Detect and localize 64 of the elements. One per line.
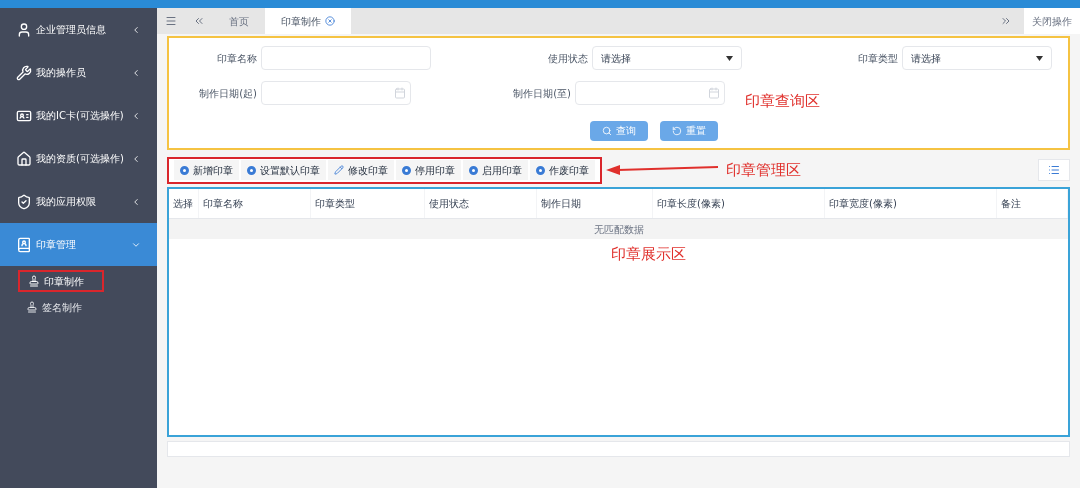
field-label: 制作日期(起) xyxy=(198,86,257,101)
sidebar-item[interactable]: 印章管理 xyxy=(0,223,157,266)
annotation-label: 印章查询区 xyxy=(745,91,820,112)
reset-icon xyxy=(671,125,682,136)
sidebar-item[interactable]: 我的资质(可选操作) xyxy=(0,137,157,180)
text-field[interactable] xyxy=(261,46,431,70)
sidebar-item[interactable]: 我的操作员 xyxy=(0,51,157,94)
field-label: 印章类型 xyxy=(857,51,898,66)
toolbar-button[interactable]: 作废印章 xyxy=(530,160,595,180)
toolbar-button[interactable]: 新增印章 xyxy=(174,160,239,180)
chevron-left-icon xyxy=(131,24,141,35)
field-label: 印章名称 xyxy=(216,51,257,66)
chevron-left-icon xyxy=(131,196,141,207)
submenu-item[interactable]: 签名制作 xyxy=(18,296,104,318)
column-header: 制作日期 xyxy=(537,189,653,218)
column-header: 选择 xyxy=(169,189,199,218)
column-header: 备注 xyxy=(997,189,1068,218)
toolbar-button[interactable]: 停用印章 xyxy=(396,160,461,180)
chevron-left-icon xyxy=(131,153,141,164)
column-menu-button[interactable] xyxy=(1038,159,1070,181)
annotation-label: 印章展示区 xyxy=(611,244,686,265)
contact-book-icon xyxy=(16,236,32,253)
close-operations-menu[interactable]: 关闭操作 xyxy=(1024,8,1080,34)
menu-icon[interactable] xyxy=(165,15,177,27)
list-icon xyxy=(1048,164,1060,176)
tab[interactable]: 印章制作 xyxy=(265,8,351,34)
close-icon[interactable] xyxy=(325,16,335,26)
date-field[interactable] xyxy=(261,81,411,106)
chevron-left-icon xyxy=(131,110,141,121)
toolbar-button[interactable]: 设置默认印章 xyxy=(241,160,326,180)
column-header: 印章类型 xyxy=(311,189,425,218)
scroll-right-icon[interactable] xyxy=(1000,15,1012,27)
toolbar-button[interactable]: 启用印章 xyxy=(463,160,528,180)
column-header: 使用状态 xyxy=(425,189,537,218)
calendar-icon xyxy=(394,87,406,100)
wrench-icon xyxy=(16,64,32,81)
search-icon xyxy=(601,125,612,136)
tab[interactable]: 首页 xyxy=(213,8,265,34)
dropdown-caret-icon xyxy=(1036,55,1043,61)
submenu-item[interactable]: 印章制作 xyxy=(18,270,104,292)
sidebar-item[interactable]: 企业管理员信息 xyxy=(0,8,157,51)
date-field[interactable] xyxy=(575,81,725,106)
stamp-icon xyxy=(26,301,38,313)
select-field[interactable]: 请选择 xyxy=(591,46,742,70)
annotation-label: 印章管理区 xyxy=(726,159,801,181)
calendar-icon xyxy=(708,87,720,100)
shield-icon xyxy=(16,193,32,210)
pencil-icon xyxy=(334,165,344,175)
sidebar-item[interactable]: 我的应用权限 xyxy=(0,180,157,223)
stamp-icon xyxy=(28,275,40,287)
toolbar-button[interactable]: 修改印章 xyxy=(328,160,394,180)
scroll-left-icon[interactable] xyxy=(193,15,205,27)
sidebar-item[interactable]: 我的IC卡(可选操作) xyxy=(0,94,157,137)
select-field[interactable]: 请选择 xyxy=(902,46,1052,70)
column-header: 印章名称 xyxy=(199,189,311,218)
chevron-left-icon xyxy=(131,67,141,78)
home-icon xyxy=(16,150,32,167)
empty-row: 无匹配数据 xyxy=(169,219,1068,239)
field-label: 使用状态 xyxy=(546,51,588,66)
field-label: 制作日期(至) xyxy=(512,86,571,101)
column-header: 印章宽度(像素) xyxy=(825,189,997,218)
column-header: 印章长度(像素) xyxy=(653,189,825,218)
user-icon xyxy=(16,21,32,38)
dropdown-caret-icon xyxy=(725,55,733,61)
